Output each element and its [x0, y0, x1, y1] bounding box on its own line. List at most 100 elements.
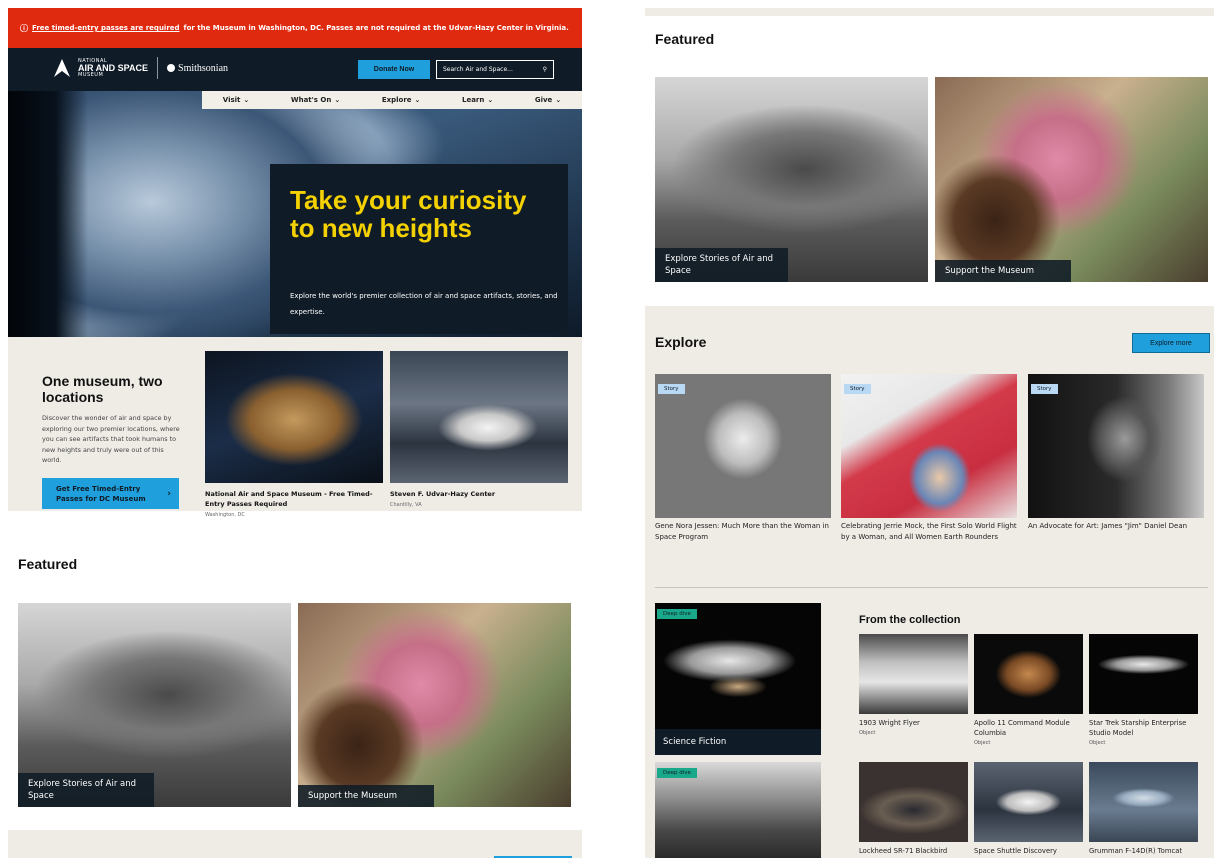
explore-title: Explore	[655, 334, 707, 350]
location-card-dc[interactable]: National Air and Space Museum - Free Tim…	[205, 351, 383, 518]
nav-label: Give	[534, 96, 553, 104]
featured-card-support[interactable]: Support the Museum	[935, 77, 1208, 282]
section-strip	[645, 8, 1214, 16]
deep-dive-card[interactable]: Deep dive	[655, 762, 821, 858]
collection-image	[859, 762, 968, 842]
homepage-bottom-panel: Featured Explore Stories of Air and Spac…	[645, 0, 1214, 858]
collection-item[interactable]: Grumman F-14D(R) Tomcat	[1089, 762, 1201, 856]
story-card[interactable]: Story Celebrating Jerrie Mock, the First…	[841, 374, 1017, 542]
nav-label: Learn	[462, 96, 485, 104]
collection-image	[974, 634, 1083, 714]
next-section-strip	[8, 830, 582, 858]
site-header: NATIONAL AIR AND SPACE MUSEUM Smithsonia…	[8, 48, 582, 91]
search-input[interactable]: Search Air and Space... ⚲	[436, 60, 554, 79]
locations-text: Discover the wonder of air and space by …	[42, 414, 180, 464]
timed-entry-link[interactable]: Free timed-entry passes are required	[32, 24, 180, 32]
collection-image	[1089, 762, 1198, 842]
hero-subtitle: Explore the world's premier collection o…	[290, 292, 558, 316]
deep-dive-tag: Deep dive	[657, 768, 697, 778]
featured-card-support[interactable]: Support the Museum	[298, 603, 571, 807]
collection-image	[974, 762, 1083, 842]
story-tag: Story	[1031, 384, 1058, 394]
location-place: Chantilly, VA	[390, 502, 422, 508]
deep-dive-card[interactable]: Deep dive Science Fiction	[655, 603, 821, 755]
featured-card-label: Support the Museum	[935, 260, 1071, 282]
rocket-logo-icon	[54, 59, 70, 77]
story-image: Story	[1028, 374, 1204, 518]
collection-item[interactable]: Apollo 11 Command Module Columbia Object	[974, 634, 1086, 746]
apollo-capsule-image	[205, 351, 383, 483]
hero-title: Take your curiosity to new heights	[290, 185, 527, 243]
featured-title: Featured	[18, 556, 78, 572]
smithsonian-sun-icon	[167, 64, 176, 72]
story-image: Story	[655, 374, 831, 518]
collection-item[interactable]: Star Trek Starship Enterprise Studio Mod…	[1089, 634, 1201, 746]
collection-item[interactable]: 1903 Wright Flyer Object	[859, 634, 971, 736]
collection-type: Object	[859, 730, 876, 736]
chevron-down-icon: ⌄	[243, 96, 250, 104]
story-tag: Story	[658, 384, 685, 394]
explore-more-button[interactable]: Explore more	[1132, 333, 1210, 353]
story-caption: Celebrating Jerrie Mock, the First Solo …	[841, 522, 1017, 541]
info-circle-icon: ⓘ	[20, 23, 28, 33]
museum-logo[interactable]: NATIONAL AIR AND SPACE MUSEUM Smithsonia…	[52, 57, 228, 79]
alert-banner: ⓘ Free timed-entry passes are required f…	[8, 8, 582, 48]
hero-space-backdrop	[8, 91, 88, 337]
collection-item[interactable]: Lockheed SR-71 Blackbird	[859, 762, 971, 856]
chevron-down-icon: ⌄	[334, 96, 341, 104]
collection-title: From the collection	[859, 614, 961, 626]
chevron-down-icon: ⌄	[414, 96, 421, 104]
deep-dive-tag: Deep dive	[657, 609, 697, 619]
nav-item-explore[interactable]: Explore ⌄	[382, 96, 421, 104]
collection-name: Lockheed SR-71 Blackbird	[859, 847, 948, 855]
logo-divider	[157, 57, 159, 79]
nav-label: Explore	[381, 96, 412, 104]
smithsonian-logo[interactable]: Smithsonian	[167, 63, 228, 74]
location-card-udvar-hazy[interactable]: Steven F. Udvar-Hazy Center Chantilly, V…	[390, 351, 568, 508]
hangar-image	[390, 351, 568, 483]
nav-item-give[interactable]: Give ⌄	[535, 96, 561, 104]
get-passes-button[interactable]: Get Free Timed-Entry Passes for DC Museu…	[42, 478, 179, 509]
nav-item-whats-on[interactable]: What's On ⌄	[291, 96, 340, 104]
nav-item-visit[interactable]: Visit ⌄	[223, 96, 249, 104]
story-caption: An Advocate for Art: James "Jim" Daniel …	[1028, 522, 1188, 530]
locations-title: One museum, two locations	[42, 373, 163, 405]
logo-line-3: MUSEUM	[78, 71, 104, 78]
collection-name: 1903 Wright Flyer	[859, 719, 920, 727]
search-icon[interactable]: ⚲	[543, 66, 547, 73]
story-card[interactable]: Story Gene Nora Jessen: Much More than t…	[655, 374, 831, 542]
story-image: Story	[841, 374, 1017, 518]
featured-card-stories[interactable]: Explore Stories of Air and Space	[18, 603, 291, 807]
featured-card-label: Explore Stories of Air and Space	[18, 773, 154, 807]
search-placeholder: Search Air and Space...	[443, 66, 513, 73]
location-place: Washington, DC	[205, 512, 245, 518]
donate-button[interactable]: Donate Now	[358, 60, 430, 79]
chevron-down-icon: ⌄	[487, 96, 494, 104]
nav-item-learn[interactable]: Learn ⌄	[462, 96, 493, 104]
chevron-down-icon: ⌄	[555, 96, 562, 104]
collection-image	[1089, 634, 1198, 714]
main-nav: Visit ⌄ What's On ⌄ Explore ⌄ Learn ⌄ Give ⌄	[202, 91, 582, 109]
logo-wordmark: NATIONAL AIR AND SPACE MUSEUM	[78, 58, 148, 78]
smithsonian-label: Smithsonian	[178, 62, 229, 74]
collection-name: Apollo 11 Command Module Columbia	[974, 719, 1070, 737]
hero-banner: Take your curiosity to new heights Explo…	[8, 91, 582, 337]
featured-card-label: Explore Stories of Air and Space	[655, 248, 788, 282]
section-divider	[655, 587, 1208, 588]
collection-image	[859, 634, 968, 714]
chevron-right-icon: ›	[167, 488, 171, 499]
collection-name: Grumman F-14D(R) Tomcat	[1089, 847, 1183, 855]
collection-item[interactable]: Space Shuttle Discovery	[974, 762, 1086, 856]
nav-label: Visit	[222, 96, 241, 104]
alert-text: for the Museum in Washington, DC. Passes…	[183, 24, 569, 32]
locations-section: One museum, two locations Discover the w…	[8, 337, 582, 518]
nav-label: What's On	[290, 96, 332, 104]
collection-name: Star Trek Starship Enterprise Studio Mod…	[1089, 719, 1187, 737]
story-caption: Gene Nora Jessen: Much More than the Wom…	[655, 522, 829, 541]
featured-title: Featured	[655, 31, 715, 47]
deep-dive-image: Deep dive	[655, 762, 821, 858]
featured-card-stories[interactable]: Explore Stories of Air and Space	[655, 77, 928, 282]
story-card[interactable]: Story An Advocate for Art: James "Jim" D…	[1028, 374, 1204, 532]
collection-type: Object	[974, 740, 991, 746]
get-passes-label: Get Free Timed-Entry Passes for DC Museu…	[56, 484, 146, 503]
